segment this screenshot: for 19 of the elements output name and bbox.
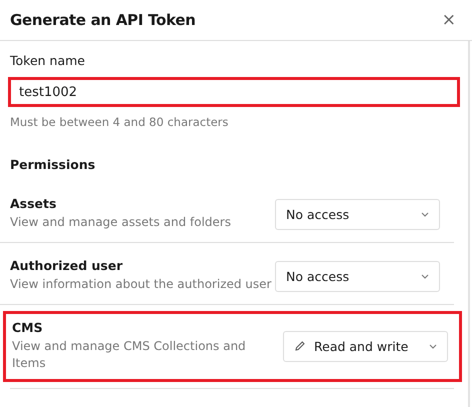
permission-description: View and manage CMS Collections and Items xyxy=(12,338,247,372)
access-dropdown[interactable]: No access xyxy=(275,260,440,292)
permission-description: View and manage assets and folders xyxy=(10,214,231,232)
access-dropdown[interactable]: Read and write xyxy=(283,330,448,362)
permission-description: View information about the authorized user xyxy=(10,276,272,294)
permission-name: Assets xyxy=(10,196,58,212)
dialog-title: Generate an API Token xyxy=(10,11,196,29)
close-button[interactable]: × xyxy=(440,10,458,30)
permission-name: Authorized user xyxy=(10,258,124,274)
chevron-down-icon xyxy=(421,212,429,216)
field-label: Token name xyxy=(9,53,86,68)
permission-name: CMS xyxy=(12,320,44,335)
pencil-icon xyxy=(294,340,306,352)
hint-text: Must be between 4 and 80 characters xyxy=(9,115,230,129)
token-name-field[interactable]: test1002 xyxy=(8,77,460,107)
chevron-down-icon xyxy=(429,344,437,349)
access-dropdown[interactable]: No access xyxy=(275,198,440,230)
chevron-down-icon xyxy=(421,274,429,278)
section-heading: Permissions xyxy=(9,157,96,172)
